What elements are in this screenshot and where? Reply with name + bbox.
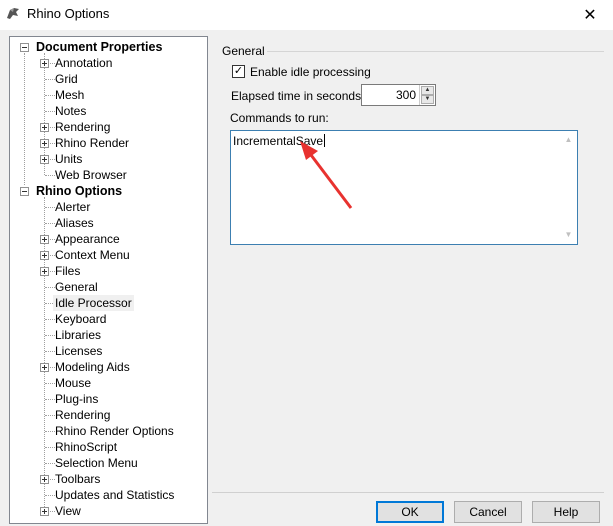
expand-icon[interactable] — [40, 139, 49, 148]
text-caret — [324, 134, 326, 147]
help-button[interactable]: Help — [532, 501, 600, 523]
dialog-body: Document Properties Annotation Grid Mesh… — [0, 30, 613, 526]
close-button[interactable]: ✕ — [567, 0, 613, 30]
commands-label: Commands to run: — [230, 111, 329, 125]
cancel-button[interactable]: Cancel — [454, 501, 522, 523]
enable-idle-checkbox[interactable]: ✓ — [232, 65, 245, 78]
expand-icon[interactable] — [40, 251, 49, 260]
expand-icon[interactable] — [40, 59, 49, 68]
stepper-buttons: ▲ ▼ — [419, 85, 435, 105]
stepper-down-button[interactable]: ▼ — [421, 95, 434, 104]
window-title: Rhino Options — [27, 6, 110, 21]
elapsed-time-label: Elapsed time in seconds: — [231, 89, 365, 103]
scroll-up-icon[interactable]: ▲ — [564, 136, 573, 144]
ok-button[interactable]: OK — [376, 501, 444, 523]
checkmark-icon: ✓ — [233, 65, 244, 77]
title-bar: Rhino Options ✕ — [0, 0, 613, 30]
expand-icon[interactable] — [40, 235, 49, 244]
expand-icon[interactable] — [40, 123, 49, 132]
expand-icon[interactable] — [40, 475, 49, 484]
enable-idle-label[interactable]: Enable idle processing — [250, 65, 371, 79]
tree-guide-line — [24, 53, 25, 185]
general-group-label: General — [222, 44, 265, 58]
expand-icon[interactable] — [40, 363, 49, 372]
scroll-down-icon[interactable]: ▼ — [564, 231, 573, 239]
expand-icon[interactable] — [40, 155, 49, 164]
group-separator — [267, 51, 604, 52]
commands-textarea[interactable]: IncrementalSave ▲ ▼ — [230, 130, 578, 245]
rhino-app-icon — [5, 5, 21, 21]
options-tree[interactable]: Document Properties Annotation Grid Mesh… — [9, 36, 208, 524]
bottom-separator — [212, 492, 604, 493]
collapse-icon[interactable] — [20, 187, 29, 196]
close-icon: ✕ — [583, 7, 597, 24]
elapsed-time-input[interactable]: 300 — [362, 85, 418, 105]
elapsed-time-stepper[interactable]: 300 ▲ ▼ — [361, 84, 436, 106]
expand-icon[interactable] — [40, 507, 49, 516]
expand-icon[interactable] — [40, 267, 49, 276]
stepper-up-button[interactable]: ▲ — [421, 86, 434, 95]
collapse-icon[interactable] — [20, 43, 29, 52]
commands-text: IncrementalSave — [233, 134, 326, 148]
